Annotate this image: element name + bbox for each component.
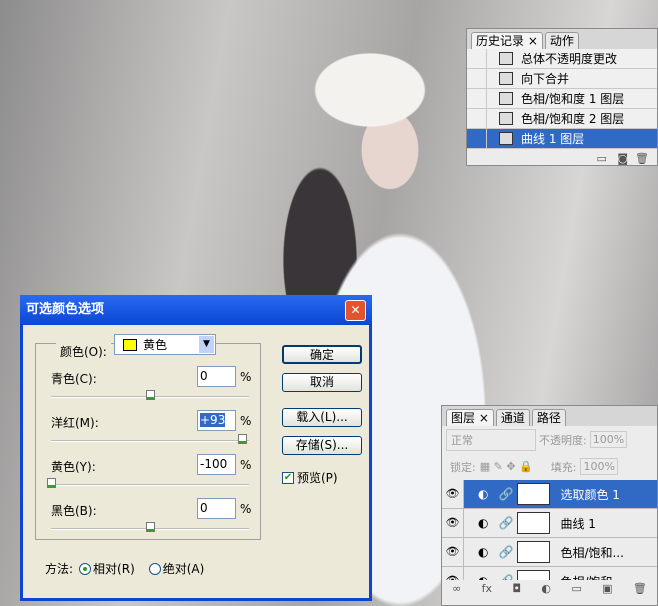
cancel-button[interactable]: 取消 [282,373,362,392]
chain-icon: 🔗 [498,574,513,580]
tab-channels[interactable]: 通道 [495,409,530,426]
history-item[interactable]: 曲线 1 图层 [467,129,657,149]
fx-icon[interactable]: fx [482,582,492,595]
tab-actions[interactable]: 动作 [544,32,579,49]
tab-history[interactable]: 历史记录 × [471,32,543,49]
layer-mask-thumbnail [517,541,551,563]
history-item[interactable]: 向下合并 [467,69,657,89]
history-state-icon [499,72,513,85]
history-state-icon [499,52,513,65]
fill-label: 填充: [550,460,577,474]
history-state-icon [499,92,513,105]
eye-icon[interactable]: 👁 [442,509,464,537]
color-select[interactable]: 黄色 ▼ [114,334,216,355]
slider-label: 洋红(M): [51,416,99,430]
selective-color-dialog: 可选颜色选项 ✕ 颜色(O): 黄色 ▼ 青色(C): 0 % 洋红(M): +… [20,295,372,601]
adjustment-layer-icon: ◐ [478,545,489,559]
layer-row[interactable]: 👁◐🔗色相/饱和... [442,567,657,580]
link-icon[interactable]: ∞ [452,582,461,595]
tab-paths[interactable]: 路径 [531,409,566,426]
percent-label: % [240,458,252,472]
fill-input[interactable]: 100% [580,458,618,475]
slider-value-input[interactable]: -100 [197,454,236,475]
trash-icon[interactable]: 🗑 [633,582,647,595]
percent-label: % [240,414,252,428]
method-label: 方法: [45,562,74,576]
slider-thumb[interactable] [238,434,248,444]
load-button[interactable]: 载入(L)... [282,408,362,427]
layers-toolbar: ∞ fx ◘ ◐ ▭ ▣ 🗑 [442,580,657,595]
save-button[interactable]: 存储(S)... [282,436,362,455]
layer-row[interactable]: 👁 ◐ 🔗 曲线 1 [442,509,657,538]
slider-value-input[interactable]: 0 [197,366,236,387]
layers-panel: 图层 × 通道 路径 正常 不透明度: 100% 锁定: ▦ ✎ ✥ 🔒 填充:… [441,405,658,606]
slider-value-input[interactable]: +93 [197,410,236,431]
lock-icons[interactable]: ▦ ✎ ✥ 🔒 [480,460,533,473]
folder-icon[interactable]: ▭ [571,582,581,595]
history-panel: 历史记录 × 动作 总体不透明度更改 向下合并 色相/饱和度 1 图层 色相/饱和度 … [466,28,658,166]
radio-relative[interactable]: 相对(R) [79,560,135,577]
layer-row[interactable]: 👁 ◐ 🔗 选取颜色 1 [442,480,657,509]
new-document-icon[interactable]: ▭ [596,152,606,165]
color-group: 颜色(O): 黄色 ▼ 青色(C): 0 % 洋红(M): +93 % 黄色(Y… [35,334,261,540]
percent-label: % [240,370,252,384]
lock-label: 锁定: [450,460,476,474]
slider-track[interactable] [51,522,249,532]
history-state-icon [499,112,513,125]
eye-icon[interactable]: 👁 [442,567,464,580]
trash-icon[interactable]: 🗑 [635,152,649,165]
eye-icon[interactable]: 👁 [442,538,464,566]
color-label: 颜色(O): [56,343,111,360]
chain-icon: 🔗 [498,545,514,559]
preview-label: 预览(P) [297,471,338,485]
slider-thumb[interactable] [47,478,56,488]
percent-label: % [240,502,252,516]
chain-icon: 🔗 [498,516,514,530]
color-value: 黄色 [143,338,168,352]
layer-mask-thumbnail [517,570,551,580]
layer-mask-thumbnail [517,483,551,505]
opacity-input[interactable]: 100% [589,431,628,448]
ok-button[interactable]: 确定 [282,345,362,364]
eye-icon[interactable]: 👁 [442,480,464,508]
layer-row[interactable]: 👁◐🔗色相/饱和... [442,538,657,567]
history-item[interactable]: 色相/饱和度 1 图层 [467,89,657,109]
slider-track[interactable] [51,434,249,444]
new-layer-icon[interactable]: ▣ [602,582,612,595]
history-item[interactable]: 色相/饱和度 2 图层 [467,109,657,129]
slider-track[interactable] [47,478,249,488]
history-item[interactable]: 总体不透明度更改 [467,49,657,69]
adjustment-icon[interactable]: ◐ [541,582,551,595]
adjustment-layer-icon: ◐ [478,516,489,530]
preview-checkbox[interactable]: ✔ 预览(P) [282,469,338,486]
slider-label: 青色(C): [51,372,97,386]
yellow-swatch [123,338,137,351]
history-state-icon [499,132,513,145]
blend-mode-select[interactable]: 正常 [446,428,536,451]
radio-absolute[interactable]: 绝对(A) [148,560,204,577]
slider-value-input[interactable]: 0 [197,498,236,519]
close-button[interactable]: ✕ [345,300,366,321]
slider-track[interactable] [51,390,249,400]
adjustment-layer-icon: ◐ [478,487,489,501]
chevron-down-icon: ▼ [199,336,214,353]
camera-icon[interactable]: ◙ [617,152,628,165]
slider-label: 黑色(B): [51,504,97,518]
mask-icon[interactable]: ◘ [512,582,521,595]
checkmark-icon: ✔ [282,471,294,484]
opacity-label: 不透明度: [539,433,587,447]
adjustment-layer-icon: ◐ [478,574,488,580]
layer-mask-thumbnail [517,512,551,534]
slider-label: 黄色(Y): [51,460,96,474]
dialog-title: 可选颜色选项 [20,295,372,325]
slider-thumb[interactable] [146,390,155,400]
chain-icon: 🔗 [498,487,514,501]
slider-thumb[interactable] [146,522,155,532]
tab-layers[interactable]: 图层 × [446,409,494,426]
